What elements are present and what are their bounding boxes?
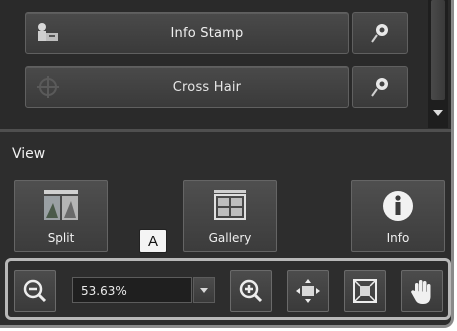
scrollbar[interactable] <box>428 0 448 128</box>
zoom-out-icon <box>23 279 47 303</box>
zoom-level-input[interactable]: 53.63% <box>72 277 192 303</box>
hand-tool-button[interactable] <box>401 270 443 312</box>
cross-hair-label: Cross Hair <box>172 79 242 95</box>
cross-hair-button[interactable]: Cross Hair <box>25 66 349 108</box>
pin-icon <box>371 78 388 97</box>
info-stamp-label: Info Stamp <box>170 25 244 41</box>
split-label: Split <box>47 231 75 245</box>
split-view-icon <box>44 190 78 220</box>
hand-tool-icon <box>411 280 431 304</box>
info-icon <box>383 191 413 221</box>
crosshair-icon <box>37 76 59 98</box>
info-stamp-icon <box>38 23 58 41</box>
pin-icon <box>371 24 388 43</box>
gallery-grid-icon <box>214 190 246 220</box>
info-stamp-picker-button[interactable] <box>352 12 408 54</box>
scroll-thumb[interactable] <box>431 0 445 100</box>
info-label: Info <box>386 231 410 245</box>
tool-palette: Info Stamp Cross Hair View Split Gallery… <box>0 0 454 328</box>
zoom-out-button[interactable] <box>14 270 56 312</box>
cross-hair-picker-button[interactable] <box>352 66 408 108</box>
zoom-dropdown-arrow-icon[interactable] <box>193 277 215 303</box>
fit-screen-icon <box>296 279 320 303</box>
view-section-title: View <box>12 146 46 162</box>
split-view-button[interactable]: Split <box>14 180 108 252</box>
full-size-button[interactable] <box>344 270 386 312</box>
zoom-in-button[interactable] <box>230 270 272 312</box>
gallery-label: Gallery <box>208 231 252 245</box>
callout-label-a: A <box>139 229 167 253</box>
zoom-in-icon <box>239 279 263 303</box>
info-view-button[interactable]: Info <box>351 180 445 252</box>
info-stamp-button[interactable]: Info Stamp <box>25 12 349 54</box>
scroll-down-arrow-icon[interactable] <box>433 110 443 116</box>
gallery-view-button[interactable]: Gallery <box>183 180 277 252</box>
fit-to-window-button[interactable] <box>287 270 329 312</box>
full-size-icon <box>353 279 377 303</box>
